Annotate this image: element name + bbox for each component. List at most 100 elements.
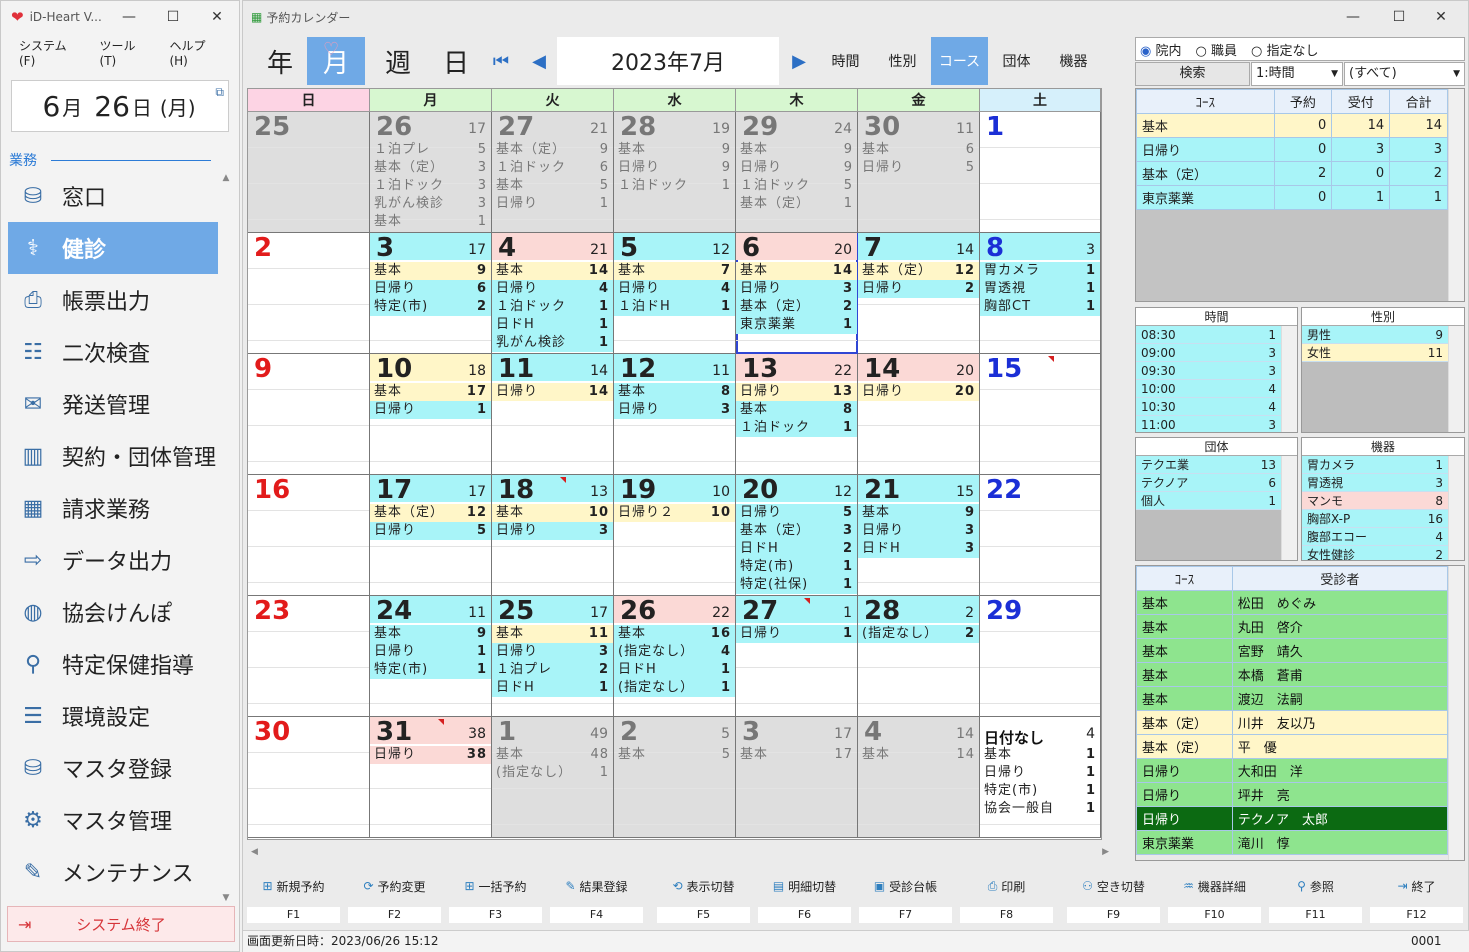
sex-row[interactable]: 男性 9 [1302, 326, 1448, 344]
patient-row[interactable]: 東京薬業 滝川 惇 [1136, 830, 1449, 855]
fkey-f2-button[interactable]: ⟳ 予約変更 F2 [348, 869, 441, 925]
radio-none[interactable]: ○ 指定なし [1251, 40, 1319, 59]
calendar-day[interactable]: 日付なし 4 基本 1 日帰り 1 特定(市) 1 協会一般自 1 [980, 717, 1101, 838]
calendar-day[interactable]: 2 5 基本 5 [614, 717, 736, 838]
menu-tools[interactable]: ツール(T) [100, 37, 150, 68]
nav-item[interactable]: ⛁ 窓口 [8, 170, 218, 222]
filter-course-button[interactable]: コース [931, 37, 988, 85]
calendar-day[interactable]: 26 22 基本 16 (指定なし） 4 日ドH 1 (指定なし） 1 [614, 596, 736, 717]
patient-row[interactable]: 日帰り 坪井 亮 [1136, 782, 1449, 807]
time-row[interactable]: 11:00 3 [1136, 416, 1281, 432]
course-row[interactable]: 基本 0 14 14 [1136, 113, 1448, 138]
fkey-f8-button[interactable]: ⎙ 印刷 F8 [960, 869, 1053, 925]
calendar-day[interactable]: 9 [248, 354, 370, 475]
patient-row[interactable]: 日帰り 大和田 洋 [1136, 758, 1449, 783]
patient-row[interactable]: 基本 丸田 啓介 [1136, 614, 1449, 639]
minimize-button[interactable]: — [119, 1, 139, 33]
calendar-day[interactable]: 7 14 基本（定） 12 日帰り 2 [858, 233, 980, 354]
menu-help[interactable]: ヘルプ(H) [169, 37, 221, 68]
time-row[interactable]: 10:30 4 [1136, 398, 1281, 416]
view-month-button[interactable]: 月 ♡ [307, 37, 365, 85]
course-row[interactable]: 日帰り 0 3 3 [1136, 137, 1448, 162]
patient-row[interactable]: 日帰り テクノア 太郎 [1136, 806, 1449, 831]
device-row[interactable]: 女性健診 2 [1302, 546, 1448, 560]
radio-in-hospital[interactable]: ◉ 院内 [1140, 40, 1182, 59]
time-row[interactable]: 09:00 3 [1136, 344, 1281, 362]
scroll-left-icon[interactable]: ◀ [251, 847, 258, 857]
scroll-up-icon[interactable]: ▲ [219, 173, 233, 183]
calendar-day[interactable]: 15 [980, 354, 1101, 475]
device-row[interactable]: マンモ 8 [1302, 492, 1448, 510]
maximize-button[interactable]: ☐ [163, 1, 183, 33]
nav-item[interactable]: ⎙ 帳票出力 [8, 274, 218, 326]
calendar-day[interactable]: 2 [248, 233, 370, 354]
calendar-day[interactable]: 30 [248, 717, 370, 838]
calendar-day[interactable]: 1 49 基本 48 (指定なし） 1 [492, 717, 614, 838]
calendar-day[interactable]: 24 11 基本 9 日帰り 1 特定(市) 1 [370, 596, 492, 717]
calendar-day[interactable]: 28 2 (指定なし） 2 [858, 596, 980, 717]
search-mode-select[interactable]: 1:時間 ▼ [1251, 62, 1343, 86]
popout-icon[interactable]: ⧉ [215, 85, 224, 100]
calendar-day[interactable]: 31 38 日帰り 38 [370, 717, 492, 838]
next-month-icon[interactable]: ▶ [785, 37, 813, 85]
calendar-day[interactable]: 26 17 １泊プレ 5 基本（定） 3 １泊ドック 3 乳がん検診 3 基本 1 [370, 112, 492, 233]
calendar-day[interactable]: 28 19 基本 9 日帰り 9 １泊ドック 1 [614, 112, 736, 233]
calendar-day[interactable]: 23 [248, 596, 370, 717]
nav-item[interactable]: ⛁ マスタ登録 [8, 742, 218, 794]
radio-staff[interactable]: ○ 職員 [1196, 40, 1238, 59]
device-scrollbar[interactable] [1448, 456, 1464, 560]
calendar-day[interactable]: 29 [980, 596, 1101, 717]
minimize-button[interactable]: — [1343, 1, 1363, 33]
calendar-day[interactable]: 25 [248, 112, 370, 233]
calendar-day[interactable]: 30 11 基本 6 日帰り 5 [858, 112, 980, 233]
calendar-hscroll[interactable]: ◀ ▶ [247, 844, 1113, 860]
fkey-f5-button[interactable]: ⟲ 表示切替 F5 [657, 869, 750, 925]
calendar-day[interactable]: 16 [248, 475, 370, 596]
calendar-day[interactable]: 6 20 基本 14 日帰り 3 基本（定） 2 東京薬業 1 [736, 233, 858, 354]
group-row[interactable]: 個人 1 [1136, 492, 1281, 510]
calendar-day[interactable]: 22 [980, 475, 1101, 596]
patient-row[interactable]: 基本 松田 めぐみ [1136, 590, 1449, 615]
patient-scrollbar[interactable] [1448, 566, 1464, 860]
nav-item[interactable]: ✎ メンテナンス [8, 846, 218, 898]
maximize-button[interactable]: ☐ [1389, 1, 1409, 33]
patient-column-header[interactable]: ｺｰｽ [1136, 566, 1233, 591]
view-week-button[interactable]: 週 [369, 37, 427, 85]
time-row[interactable]: 08:30 1 [1136, 326, 1281, 344]
calendar-day[interactable]: 18 13 基本 10 日帰り 3 [492, 475, 614, 596]
device-row[interactable]: 胸部X-P 16 [1302, 510, 1448, 528]
sex-scrollbar[interactable] [1448, 326, 1464, 432]
calendar-day[interactable]: 10 18 基本 17 日帰り 1 [370, 354, 492, 475]
course-row[interactable]: 東京薬業 0 1 1 [1136, 185, 1448, 210]
close-button[interactable]: ✕ [1431, 1, 1451, 33]
filter-time-button[interactable]: 時間 [817, 37, 874, 85]
fkey-f11-button[interactable]: ⚲ 参照 F11 [1269, 869, 1362, 925]
fkey-f4-button[interactable]: ✎ 結果登録 F4 [550, 869, 643, 925]
course-row[interactable]: 基本（定） 2 0 2 [1136, 161, 1448, 186]
fkey-f6-button[interactable]: ▤ 明細切替 F6 [758, 869, 851, 925]
calendar-day[interactable]: 20 12 日帰り 5 基本（定） 3 日ドH 2 特定(市) 1 特定(社保) 1 [736, 475, 858, 596]
nav-item[interactable]: ☷ 二次検査 [8, 326, 218, 378]
system-quit-button[interactable]: ⇥ システム終了 [7, 906, 235, 942]
nav-item[interactable]: ▦ 請求業務 [8, 482, 218, 534]
nav-item[interactable]: ⚙ マスタ管理 [8, 794, 218, 846]
nav-item[interactable]: ⚕ 健診 [8, 222, 218, 274]
view-day-button[interactable]: 日 [427, 37, 485, 85]
calendar-day[interactable]: 14 20 日帰り 20 [858, 354, 980, 475]
device-row[interactable]: 胃透視 3 [1302, 474, 1448, 492]
fkey-f7-button[interactable]: ▣ 受診台帳 F7 [859, 869, 952, 925]
calendar-day[interactable]: 1 [980, 112, 1101, 233]
filter-device-button[interactable]: 機器 [1045, 37, 1102, 85]
filter-group-button[interactable]: 団体 [988, 37, 1045, 85]
calendar-day[interactable]: 3 17 基本 17 [736, 717, 858, 838]
nav-item[interactable]: ⚲ 特定保健指導 [8, 638, 218, 690]
calendar-day[interactable]: 29 24 基本 9 日帰り 9 １泊ドック 5 基本（定） 1 [736, 112, 858, 233]
device-row[interactable]: 腹部エコー 4 [1302, 528, 1448, 546]
view-year-button[interactable]: 年 [251, 37, 309, 85]
scroll-right-icon[interactable]: ▶ [1102, 847, 1109, 857]
device-row[interactable]: 胃カメラ 1 [1302, 456, 1448, 474]
nav-item[interactable]: ⇨ データ出力 [8, 534, 218, 586]
patient-row[interactable]: 基本（定） 川井 友以乃 [1136, 710, 1449, 735]
course-scrollbar[interactable] [1448, 89, 1464, 301]
course-column-header[interactable]: 予約 [1273, 89, 1333, 114]
